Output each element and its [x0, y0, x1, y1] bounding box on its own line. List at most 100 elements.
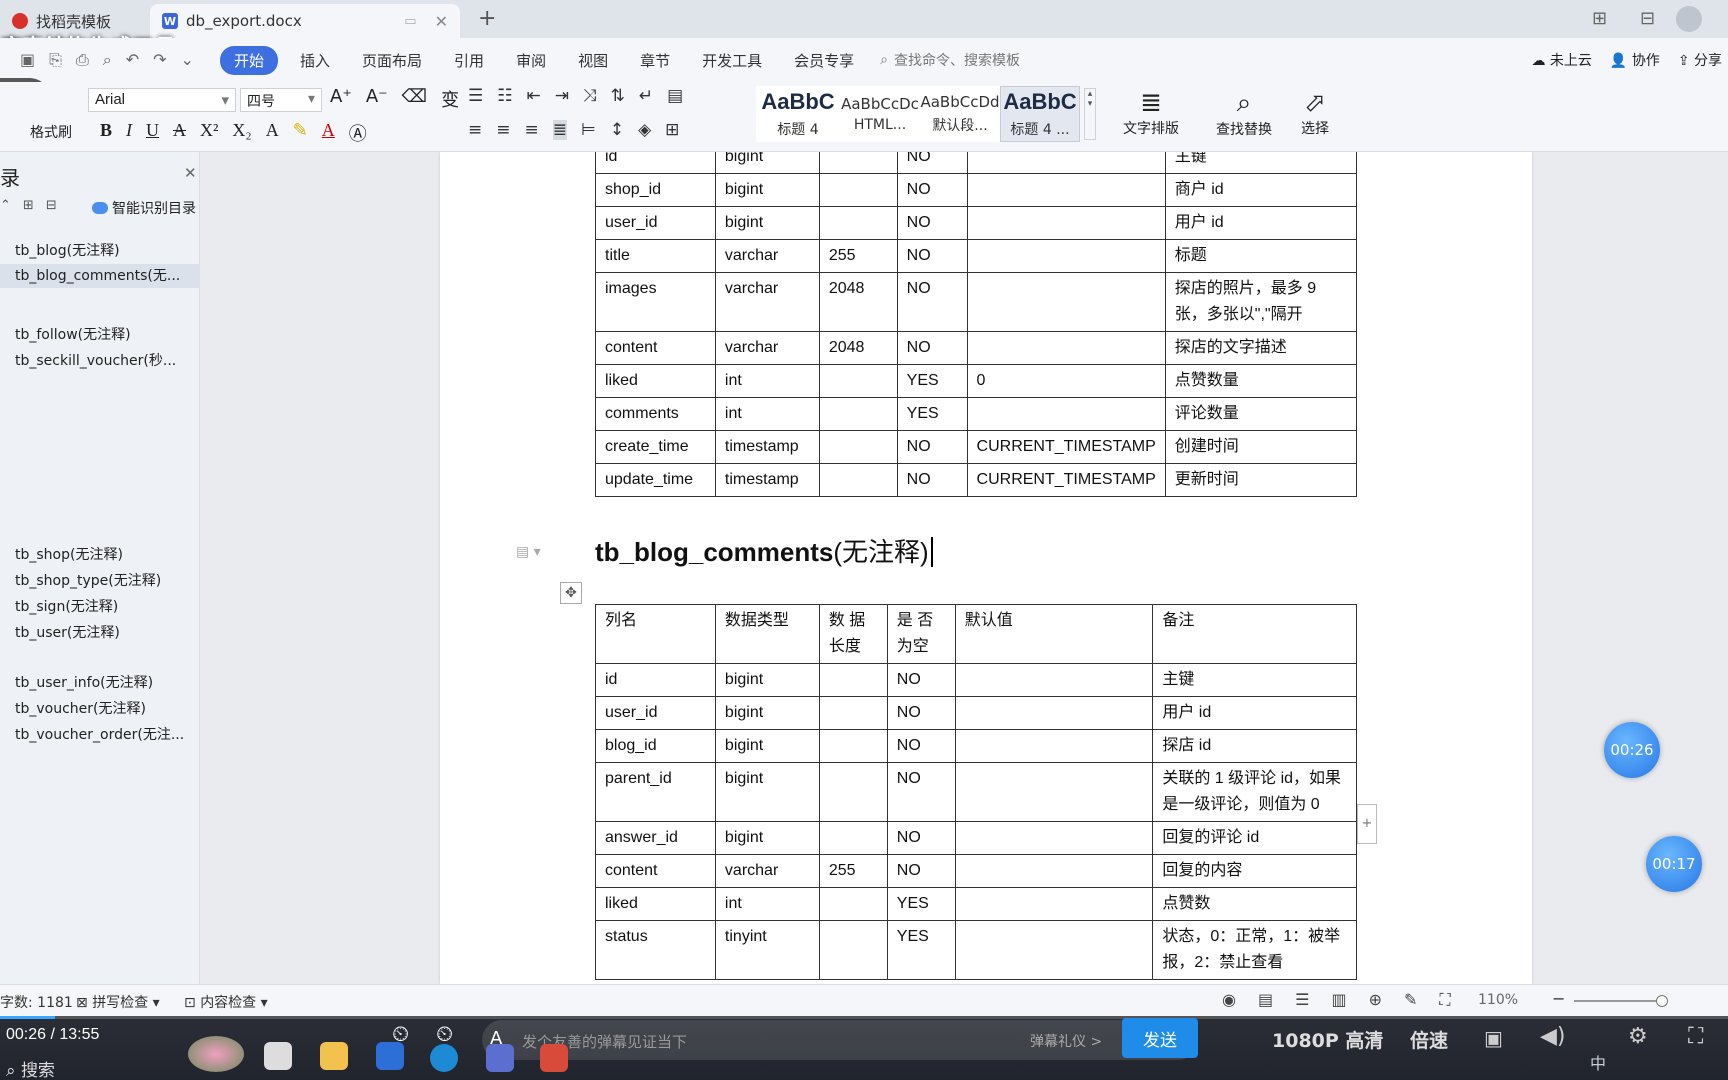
- tb-blog-cell[interactable]: [966, 272, 1166, 332]
- tb-blog-comments-cell[interactable]: answer_id: [595, 821, 716, 855]
- tb-blog-comments-cell[interactable]: 状态，0：正常，1：被举报，2：禁止查看: [1152, 920, 1357, 980]
- tb-blog-cell[interactable]: varchar: [714, 272, 820, 332]
- timer-badge-2[interactable]: 00:17: [1646, 836, 1702, 892]
- tb-blog-cell[interactable]: [818, 206, 898, 240]
- tb-blog-cell[interactable]: bigint: [714, 152, 820, 174]
- word-count[interactable]: 字数: 1181: [0, 992, 73, 1012]
- tb-blog-comments-cell[interactable]: YES: [886, 887, 956, 921]
- increase-indent-icon[interactable]: ⇥: [555, 86, 569, 106]
- cloud-status[interactable]: ☁ 未上云: [1531, 50, 1591, 70]
- align-left-icon[interactable]: ≡: [468, 120, 482, 140]
- tb-blog-comments-cell[interactable]: 是 否 为空: [886, 604, 956, 664]
- menu-home[interactable]: 开始: [220, 45, 279, 75]
- tb-blog-comments-cell[interactable]: [818, 920, 888, 980]
- shading-icon[interactable]: ◈: [638, 120, 651, 140]
- tb-blog-comments-cell[interactable]: [954, 729, 1154, 763]
- tb-blog-comments-cell[interactable]: NO: [886, 821, 956, 855]
- format-painter-button[interactable]: 格式刷: [30, 122, 72, 142]
- toc-item[interactable]: tb_voucher(无注释): [15, 698, 146, 718]
- tb-blog-cell[interactable]: title: [595, 239, 716, 273]
- table-lines-icon[interactable]: ▤: [667, 86, 683, 106]
- tb-blog-cell[interactable]: 更新时间: [1164, 463, 1358, 497]
- export-icon[interactable]: ⎘: [49, 50, 62, 70]
- new-tab-icon[interactable]: +: [478, 6, 496, 31]
- toc-item[interactable]: tb_shop(无注释): [15, 544, 123, 564]
- tb-blog-cell[interactable]: user_id: [595, 206, 716, 240]
- tb-blog-cell[interactable]: NO: [896, 331, 968, 365]
- tb-blog-comments-cell[interactable]: 用户 id: [1152, 696, 1357, 730]
- wps-taskbar-icon[interactable]: [540, 1044, 568, 1072]
- tb-blog-comments-cell[interactable]: [954, 887, 1154, 921]
- tb-blog-cell[interactable]: [818, 152, 898, 174]
- share-button[interactable]: ⇪ 分享: [1678, 50, 1722, 70]
- lotus-widget-icon[interactable]: [188, 1036, 244, 1072]
- bold-icon[interactable]: B: [100, 120, 112, 146]
- tb-blog-comments-cell[interactable]: 255: [818, 854, 888, 888]
- style-html[interactable]: AaBbCcDc HTML...: [840, 86, 920, 142]
- tb-blog-cell[interactable]: [818, 430, 898, 464]
- tb-blog-cell[interactable]: 商户 id: [1164, 173, 1358, 207]
- undo-icon[interactable]: ↶: [126, 50, 139, 70]
- tb-blog-cell[interactable]: liked: [595, 364, 716, 398]
- menu-insert[interactable]: 插入: [290, 46, 340, 75]
- distributed-icon[interactable]: ⊨: [581, 120, 596, 140]
- tb-blog-comments-cell[interactable]: [818, 762, 888, 822]
- tb-blog-cell[interactable]: [966, 397, 1166, 431]
- tb-blog-cell[interactable]: NO: [896, 152, 968, 174]
- style-default[interactable]: AaBbCcDd 默认段...: [920, 86, 1000, 142]
- tb-blog-cell[interactable]: id: [595, 152, 716, 174]
- toc-item[interactable]: tb_voucher_order(无注...: [15, 724, 184, 744]
- tb-blog-cell[interactable]: create_time: [595, 430, 716, 464]
- tb-blog-comments-cell[interactable]: tinyint: [714, 920, 820, 980]
- italic-icon[interactable]: I: [126, 120, 132, 146]
- tb-blog-comments-cell[interactable]: [818, 663, 888, 697]
- timer-badge-1[interactable]: 00:26: [1604, 722, 1660, 778]
- tb-blog-cell[interactable]: 标题: [1164, 239, 1358, 273]
- shrink-font-icon[interactable]: A⁻: [366, 86, 388, 112]
- tb-blog-cell[interactable]: NO: [896, 173, 968, 207]
- tb-blog-cell[interactable]: images: [595, 272, 716, 332]
- outline-view-icon[interactable]: ☰: [1295, 990, 1309, 1010]
- tb-blog-comments-cell[interactable]: parent_id: [595, 762, 716, 822]
- menu-page-layout[interactable]: 页面布局: [352, 46, 432, 75]
- tb-blog-comments-cell[interactable]: bigint: [714, 821, 820, 855]
- tb-blog-cell[interactable]: 2048: [818, 272, 898, 332]
- toc-item[interactable]: tb_seckill_voucher(秒...: [15, 350, 176, 370]
- tb-blog-comments-cell[interactable]: int: [714, 887, 820, 921]
- tb-blog-comments-cell[interactable]: NO: [886, 696, 956, 730]
- grid-apps-icon[interactable]: ⊟: [1640, 8, 1655, 29]
- print-icon[interactable]: ⎙: [76, 50, 89, 70]
- tb-blog-comments-cell[interactable]: 点赞数: [1152, 887, 1357, 921]
- tb-blog-cell[interactable]: timestamp: [714, 463, 820, 497]
- borders-icon[interactable]: ⊞: [665, 120, 679, 140]
- command-search[interactable]: ⌕ 查找命令、搜索模板: [880, 50, 1020, 70]
- tb-blog-cell[interactable]: varchar: [714, 331, 820, 365]
- write-view-icon[interactable]: ✎: [1404, 990, 1417, 1010]
- tb-blog-cell[interactable]: [818, 463, 898, 497]
- tb-blog-cell[interactable]: comments: [595, 397, 716, 431]
- app-icon[interactable]: [486, 1044, 514, 1072]
- tb-blog-comments-cell[interactable]: id: [595, 663, 716, 697]
- tb-blog-comments-cell[interactable]: [954, 663, 1154, 697]
- tb-blog-comments-cell[interactable]: [954, 696, 1154, 730]
- tb-blog-cell[interactable]: NO: [896, 430, 968, 464]
- menu-review[interactable]: 审阅: [506, 46, 556, 75]
- underline-icon[interactable]: U: [146, 120, 159, 146]
- tb-blog-comments-cell[interactable]: 回复的内容: [1152, 854, 1357, 888]
- close-tab-icon[interactable]: ✕: [435, 12, 448, 31]
- grow-font-icon[interactable]: A⁺: [330, 86, 352, 112]
- tb-blog-cell[interactable]: int: [714, 364, 820, 398]
- tb-blog-comments-cell[interactable]: [954, 854, 1154, 888]
- toc-item[interactable]: tb_user(无注释): [15, 622, 120, 642]
- phonetic-icon[interactable]: 变: [441, 86, 459, 112]
- tb-blog-cell[interactable]: 点赞数量: [1164, 364, 1358, 398]
- tb-blog-comments-cell[interactable]: NO: [886, 854, 956, 888]
- menu-references[interactable]: 引用: [444, 46, 494, 75]
- tb-blog-comments-cell[interactable]: [954, 821, 1154, 855]
- document-page[interactable]: id bigint NO 主键 shop_id bigint NO 商户 id user_id b…: [440, 152, 1532, 984]
- font-name-select[interactable]: Arial ▾: [88, 88, 236, 112]
- tb-blog-cell[interactable]: [818, 397, 898, 431]
- tb-blog-comments-cell[interactable]: bigint: [714, 762, 820, 822]
- tb-blog-cell[interactable]: [966, 206, 1166, 240]
- section-heading[interactable]: tb_blog_comments(无注释): [595, 532, 933, 569]
